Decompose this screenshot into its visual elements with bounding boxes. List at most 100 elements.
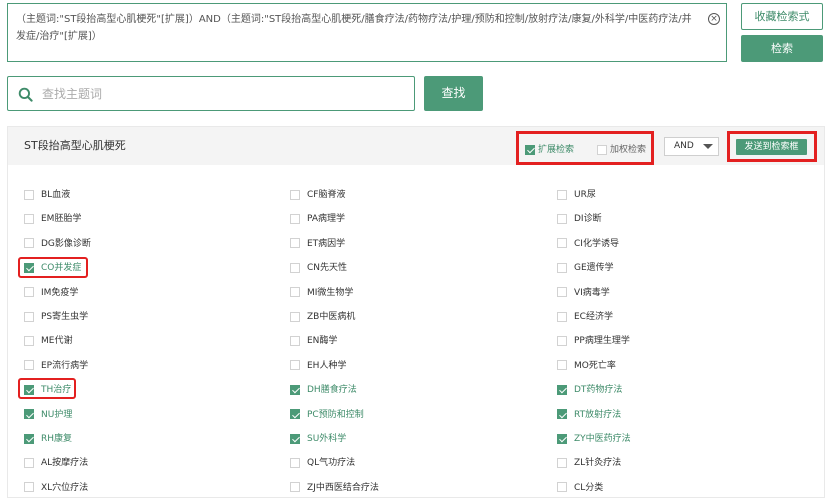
subheading-item[interactable]: EC经济学 — [557, 310, 613, 324]
checkbox-checked-icon[interactable] — [525, 144, 535, 155]
subheading-item[interactable]: PA病理学 — [290, 212, 345, 226]
subheading-item[interactable]: DT药物疗法 — [557, 383, 622, 397]
checkbox-icon[interactable] — [290, 238, 300, 249]
checkbox-checked-icon[interactable] — [557, 384, 567, 395]
subheading-item[interactable]: ZB中医病机 — [290, 310, 355, 324]
subheading-item[interactable]: XL穴位疗法 — [24, 481, 88, 495]
subheading-item[interactable]: EH人种学 — [290, 359, 346, 373]
operator-select[interactable]: AND — [664, 137, 719, 156]
checkbox-icon[interactable] — [290, 360, 300, 371]
expand-search-label: 扩展检索 — [538, 145, 575, 155]
checkbox-icon[interactable] — [24, 335, 34, 346]
checkbox-icon[interactable] — [290, 287, 300, 298]
checkbox-icon[interactable] — [290, 311, 300, 322]
checkbox-icon[interactable] — [557, 189, 567, 200]
checkbox-icon[interactable] — [557, 311, 567, 322]
subheading-label: AL按摩疗法 — [41, 458, 89, 469]
subheading-label: ZL针灸疗法 — [574, 458, 622, 469]
checkbox-icon[interactable] — [290, 457, 300, 468]
subheading-item[interactable]: MO死亡率 — [557, 359, 616, 373]
subheading-item[interactable]: SU外科学 — [290, 432, 346, 446]
find-button[interactable]: 查找 — [424, 76, 483, 111]
checkbox-checked-icon[interactable] — [24, 409, 34, 420]
expand-search-option[interactable]: 扩展检索 — [525, 144, 574, 156]
checkbox-checked-icon[interactable] — [290, 409, 300, 420]
subheading-item[interactable]: CL分类 — [557, 481, 603, 495]
subheading-item[interactable]: DI诊断 — [557, 212, 602, 226]
checkbox-checked-icon[interactable] — [290, 384, 300, 395]
checkbox-checked-icon[interactable] — [557, 409, 567, 420]
checkbox-icon[interactable] — [24, 311, 34, 322]
topic-search-input[interactable] — [42, 83, 402, 105]
subheading-label: SU外科学 — [307, 434, 347, 444]
subheading-item[interactable]: CF脑脊液 — [290, 188, 345, 202]
subheading-item[interactable]: RH康复 — [24, 432, 72, 446]
checkbox-icon[interactable] — [557, 335, 567, 346]
search-expression-box[interactable]: （主题词:"ST段抬高型心肌梗死"[扩展]）AND（主题词:"ST段抬高型心肌梗… — [7, 3, 727, 62]
checkbox-icon[interactable] — [557, 213, 567, 224]
subheading-item[interactable]: CN先天性 — [290, 261, 347, 275]
checkbox-icon[interactable] — [24, 189, 34, 200]
subheading-item[interactable]: QL气功疗法 — [290, 456, 355, 470]
subheading-label: PS寄生虫学 — [41, 312, 89, 322]
subheading-item[interactable]: RT放射疗法 — [557, 408, 621, 422]
subheading-item[interactable]: ZJ中西医结合疗法 — [290, 481, 379, 495]
subheading-item[interactable]: GE遗传学 — [557, 261, 614, 275]
subheading-label: PC预防和控制 — [307, 409, 364, 420]
subheading-item[interactable]: BL血液 — [24, 188, 70, 202]
subheading-label: EC经济学 — [574, 312, 613, 322]
close-circle-icon[interactable]: × — [708, 13, 720, 25]
subheading-item[interactable]: NU护理 — [24, 408, 72, 422]
checkbox-icon[interactable] — [290, 335, 300, 346]
subheading-item[interactable]: CI化学诱导 — [557, 237, 619, 251]
operator-value: AND — [674, 141, 694, 151]
subheading-label: ZJ中西医结合疗法 — [307, 482, 379, 493]
subheading-item[interactable]: IM免疫学 — [24, 286, 78, 300]
checkbox-checked-icon[interactable] — [557, 433, 567, 444]
checkbox-icon[interactable] — [557, 482, 567, 493]
checkbox-icon[interactable] — [557, 457, 567, 468]
checkbox-icon[interactable] — [290, 482, 300, 493]
checkbox-icon[interactable] — [24, 287, 34, 298]
checkbox-icon[interactable] — [24, 360, 34, 371]
subheading-item[interactable]: EM胚胎学 — [24, 212, 81, 226]
checkbox-checked-icon[interactable] — [24, 433, 34, 444]
weighted-search-option[interactable]: 加权检索 — [597, 144, 646, 156]
subheading-label: MI微生物学 — [307, 287, 354, 298]
subheading-item[interactable]: DH膳食疗法 — [290, 383, 357, 397]
save-search-button[interactable]: 收藏检索式 — [741, 3, 823, 30]
checkbox-icon[interactable] — [24, 457, 34, 468]
checkbox-icon[interactable] — [557, 287, 567, 298]
subheading-item[interactable]: PS寄生虫学 — [24, 310, 88, 324]
subheading-item[interactable]: ZL针灸疗法 — [557, 456, 621, 470]
subheading-item[interactable]: EP流行病学 — [24, 359, 88, 373]
subheading-item[interactable]: ZY中医药疗法 — [557, 432, 631, 446]
subheading-item[interactable]: VI病毒学 — [557, 286, 610, 300]
checkbox-icon[interactable] — [557, 360, 567, 371]
checkbox-icon[interactable] — [24, 238, 34, 249]
checkbox-icon[interactable] — [290, 189, 300, 200]
subheading-item[interactable]: EN酶学 — [290, 334, 337, 348]
subheading-item[interactable]: ME代谢 — [24, 334, 72, 348]
subheading-item[interactable]: UR尿 — [557, 188, 596, 202]
subheading-item[interactable]: PC预防和控制 — [290, 408, 364, 422]
subheading-label: GE遗传学 — [574, 263, 614, 274]
checkbox-icon[interactable] — [557, 262, 567, 273]
checkbox-icon[interactable] — [290, 262, 300, 273]
subheading-item[interactable]: PP病理生理学 — [557, 334, 630, 348]
subheading-item[interactable]: AL按摩疗法 — [24, 456, 88, 470]
subheading-label: UR尿 — [574, 190, 596, 200]
checkbox-icon[interactable] — [24, 482, 34, 493]
subheading-item[interactable]: ET病因学 — [290, 237, 345, 251]
subheading-item[interactable]: DG影像诊断 — [24, 237, 91, 251]
subheading-label: VI病毒学 — [574, 287, 610, 298]
checkbox-icon[interactable] — [24, 213, 34, 224]
annotation-highlight-co — [18, 257, 88, 278]
checkbox-icon[interactable] — [597, 144, 607, 155]
search-button[interactable]: 检索 — [741, 35, 823, 62]
send-to-search-box-button[interactable]: 发送到检索框 — [736, 139, 807, 155]
checkbox-icon[interactable] — [290, 213, 300, 224]
checkbox-icon[interactable] — [557, 238, 567, 249]
subheading-item[interactable]: MI微生物学 — [290, 286, 353, 300]
checkbox-checked-icon[interactable] — [290, 433, 300, 444]
